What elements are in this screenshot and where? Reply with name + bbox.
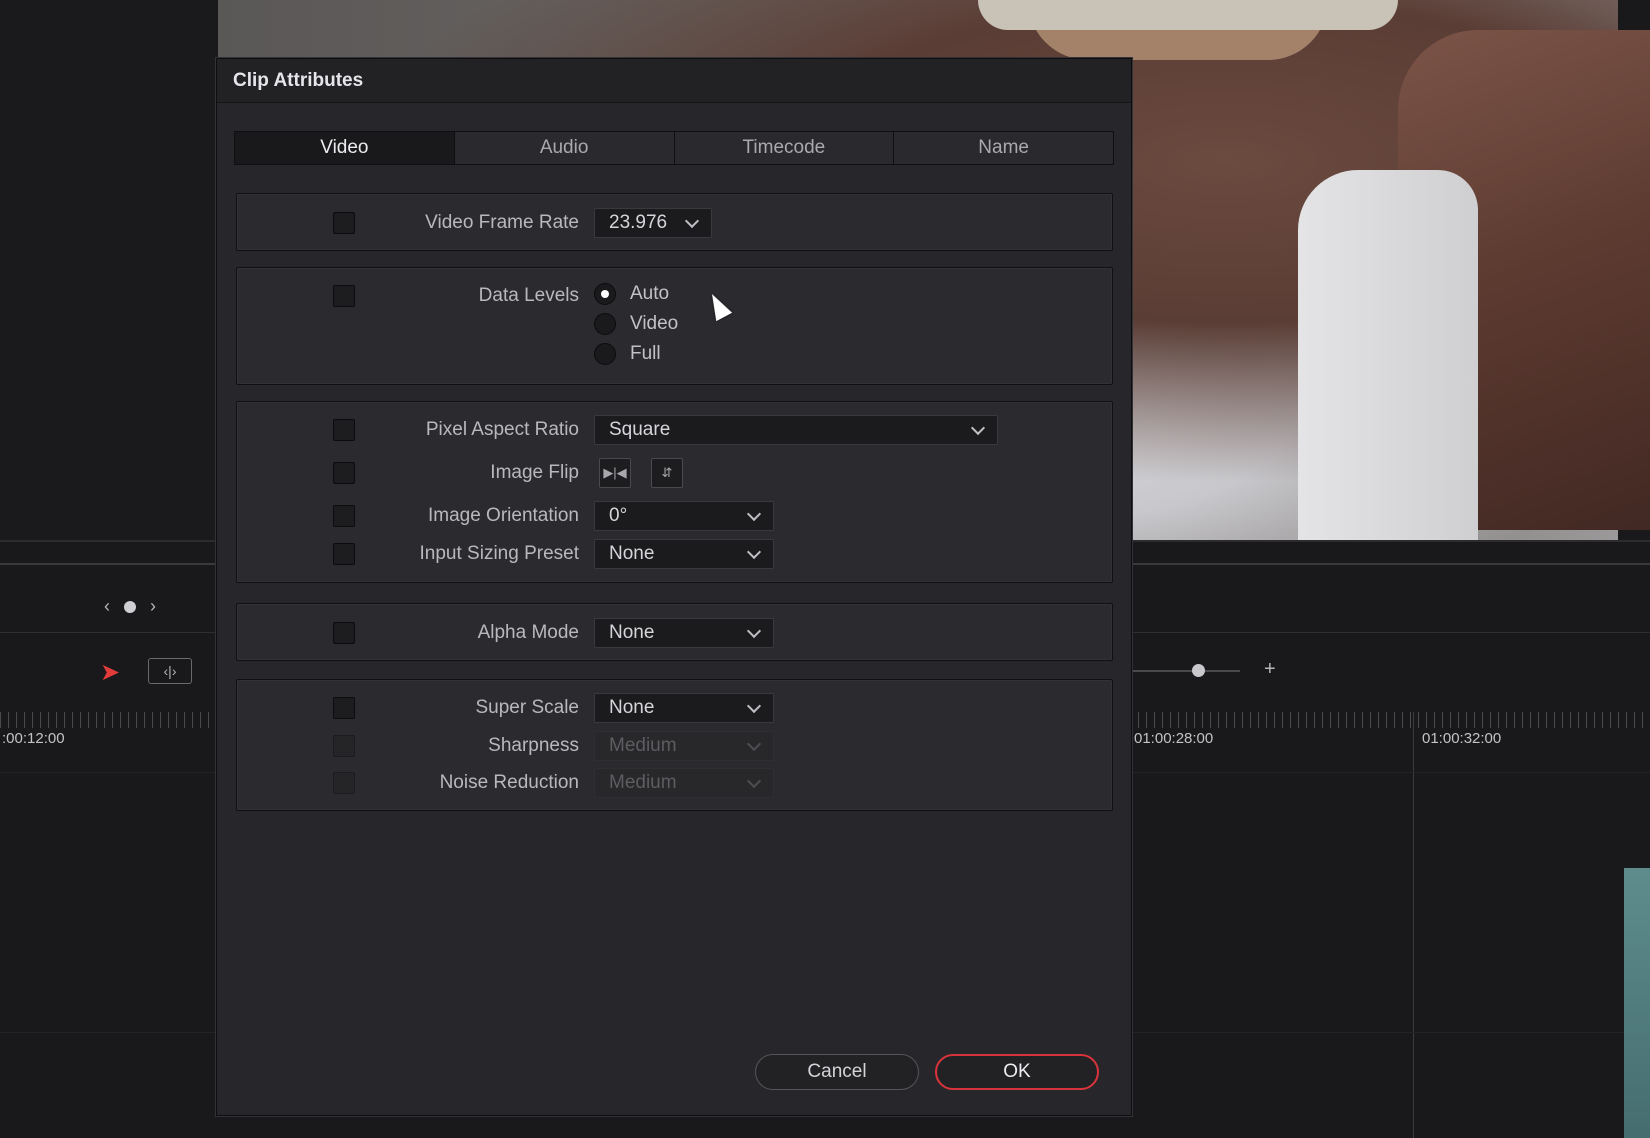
chevron-down-icon bbox=[970, 420, 986, 436]
image-orientation-checkbox[interactable] bbox=[333, 505, 355, 527]
dialog-header: Clip Attributes bbox=[217, 59, 1131, 103]
super-scale-select[interactable]: None bbox=[594, 693, 774, 723]
frame-rate-group: Video Frame Rate 23.976 bbox=[236, 193, 1113, 251]
timeline-marker-line bbox=[1413, 712, 1414, 1138]
timecode-mid: 01:00:28:00 bbox=[1134, 730, 1214, 747]
sharpness-select: Medium bbox=[594, 731, 774, 761]
viewer-subject-hat bbox=[978, 0, 1398, 30]
timecode-right: 01:00:32:00 bbox=[1422, 730, 1502, 747]
data-levels-group: Data Levels Auto Video Full bbox=[236, 267, 1113, 385]
radio-auto-label: Auto bbox=[630, 283, 670, 304]
timeline-ruler-left[interactable] bbox=[0, 712, 218, 728]
timeline-ruler-right[interactable] bbox=[1130, 712, 1650, 728]
zoom-in-icon[interactable]: + bbox=[1264, 658, 1276, 681]
chevron-down-icon bbox=[746, 506, 762, 522]
clip-attributes-dialog: Clip Attributes Video Audio Timecode Nam… bbox=[216, 58, 1132, 1116]
radio-full-label: Full bbox=[630, 343, 661, 364]
tab-name[interactable]: Name bbox=[894, 132, 1113, 164]
super-scale-value: None bbox=[609, 697, 655, 718]
flip-horizontal-icon[interactable]: ▶|◀ bbox=[599, 458, 631, 488]
input-sizing-value: None bbox=[609, 543, 655, 564]
frame-rate-label: Video Frame Rate bbox=[425, 212, 579, 233]
image-settings-group: Pixel Aspect Ratio Square Image Flip ▶|◀… bbox=[236, 401, 1113, 583]
noise-reduction-checkbox bbox=[333, 772, 355, 794]
chevron-down-icon bbox=[684, 213, 700, 229]
timecode-left: :00:12:00 bbox=[2, 730, 65, 747]
tab-video[interactable]: Video bbox=[235, 132, 455, 164]
attribute-tabs: Video Audio Timecode Name bbox=[234, 131, 1114, 165]
playhead-dot-icon[interactable] bbox=[124, 600, 136, 613]
alpha-mode-value: None bbox=[609, 622, 655, 643]
data-levels-checkbox[interactable] bbox=[333, 285, 355, 307]
data-levels-label: Data Levels bbox=[478, 285, 579, 306]
pixel-aspect-label: Pixel Aspect Ratio bbox=[425, 419, 579, 440]
pixel-aspect-checkbox[interactable] bbox=[333, 419, 355, 441]
flip-vertical-icon[interactable]: ⇵ bbox=[651, 458, 683, 488]
alpha-mode-label: Alpha Mode bbox=[477, 622, 579, 643]
sharpness-label: Sharpness bbox=[488, 735, 579, 756]
frame-rate-value: 23.976 bbox=[609, 212, 668, 233]
image-orientation-value: 0° bbox=[609, 505, 628, 526]
super-scale-checkbox[interactable] bbox=[333, 697, 355, 719]
noise-reduction-select: Medium bbox=[594, 768, 774, 798]
chevron-down-icon bbox=[746, 623, 762, 639]
pixel-aspect-select[interactable]: Square bbox=[594, 415, 998, 445]
next-clip-icon[interactable]: › bbox=[150, 596, 156, 617]
tab-audio[interactable]: Audio bbox=[455, 132, 675, 164]
image-orientation-label: Image Orientation bbox=[427, 505, 579, 526]
frame-rate-select[interactable]: 23.976 bbox=[594, 208, 712, 238]
sharpness-checkbox bbox=[333, 735, 355, 757]
sharpness-value: Medium bbox=[609, 735, 677, 756]
noise-reduction-value: Medium bbox=[609, 772, 677, 793]
radio-full-icon[interactable] bbox=[594, 343, 616, 365]
alpha-mode-group: Alpha Mode None bbox=[236, 603, 1113, 661]
data-levels-auto[interactable]: Auto bbox=[594, 283, 669, 305]
data-levels-video[interactable]: Video bbox=[594, 313, 678, 335]
chevron-down-icon bbox=[746, 736, 762, 752]
super-scale-label: Super Scale bbox=[475, 697, 579, 718]
noise-reduction-label: Noise Reduction bbox=[439, 772, 579, 793]
radio-video-icon[interactable] bbox=[594, 313, 616, 335]
chevron-down-icon bbox=[746, 773, 762, 789]
dialog-title: Clip Attributes bbox=[233, 69, 364, 91]
image-flip-label: Image Flip bbox=[490, 462, 579, 483]
image-flip-checkbox[interactable] bbox=[333, 462, 355, 484]
input-sizing-select[interactable]: None bbox=[594, 539, 774, 569]
chevron-down-icon bbox=[746, 544, 762, 560]
zoom-slider[interactable] bbox=[1130, 670, 1240, 672]
chevron-down-icon bbox=[746, 698, 762, 714]
selection-tool-icon[interactable]: ➤ bbox=[100, 658, 122, 686]
prev-clip-icon[interactable]: ‹ bbox=[104, 596, 110, 617]
input-sizing-checkbox[interactable] bbox=[333, 543, 355, 565]
zoom-slider-handle[interactable] bbox=[1192, 664, 1205, 677]
viewer-nav-controls: ‹ › bbox=[104, 596, 156, 617]
data-levels-full[interactable]: Full bbox=[594, 343, 661, 365]
timeline-clip[interactable] bbox=[1624, 868, 1650, 1138]
input-sizing-label: Input Sizing Preset bbox=[419, 543, 579, 564]
super-scale-group: Super Scale None Sharpness Medium Noise … bbox=[236, 679, 1113, 811]
image-orientation-select[interactable]: 0° bbox=[594, 501, 774, 531]
app-window: ‹ › ➤ ‹|› + :00:12:00 01:00:28:00 01:00:… bbox=[0, 0, 1650, 1138]
viewer-subject-shirt bbox=[1298, 170, 1478, 540]
alpha-mode-checkbox[interactable] bbox=[333, 622, 355, 644]
frame-rate-checkbox[interactable] bbox=[333, 212, 355, 234]
trim-tool-icon[interactable]: ‹|› bbox=[148, 658, 192, 684]
alpha-mode-select[interactable]: None bbox=[594, 618, 774, 648]
media-pool-panel bbox=[0, 0, 218, 540]
ok-button[interactable]: OK bbox=[935, 1054, 1099, 1090]
radio-video-label: Video bbox=[630, 313, 679, 334]
tab-timecode[interactable]: Timecode bbox=[675, 132, 895, 164]
pixel-aspect-value: Square bbox=[609, 419, 671, 440]
cancel-button[interactable]: Cancel bbox=[755, 1054, 919, 1090]
radio-auto-icon[interactable] bbox=[594, 283, 616, 305]
